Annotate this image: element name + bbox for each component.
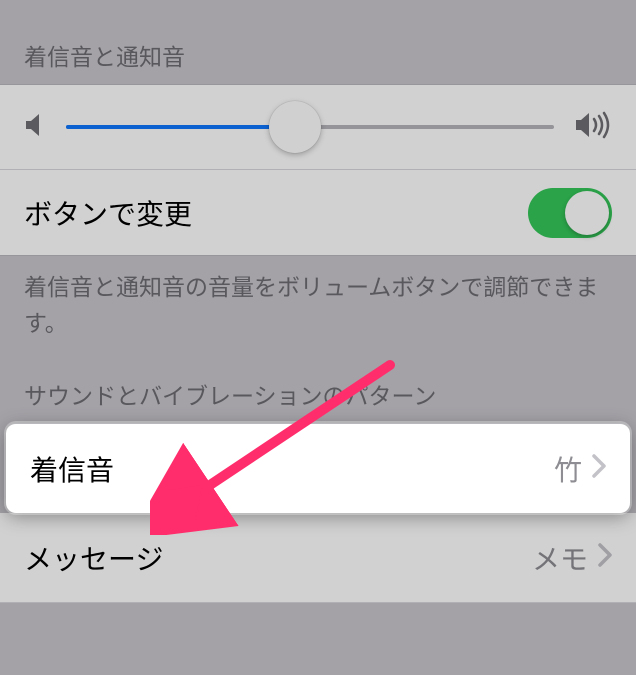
toggle-label: ボタンで変更 xyxy=(24,193,192,233)
change-with-buttons-row: ボタンで変更 xyxy=(0,170,636,256)
ringtone-row[interactable]: 着信音 竹 xyxy=(6,423,630,513)
section-footer-text: 着信音と通知音の音量をボリュームボタンで調節できます。 xyxy=(0,256,636,351)
chevron-right-icon xyxy=(598,543,612,572)
volume-slider-row xyxy=(0,84,636,170)
change-with-buttons-toggle[interactable] xyxy=(528,188,612,238)
section-header-ringer: 着信音と通知音 xyxy=(0,0,636,84)
message-label: メッセージ xyxy=(24,538,163,578)
ringtone-value: 竹 xyxy=(554,449,582,489)
section-header-pattern: サウンドとバイブレーションのパターン xyxy=(0,351,636,423)
message-row[interactable]: メッセージ メモ xyxy=(0,513,636,603)
ringtone-label: 着信音 xyxy=(30,449,114,489)
chevron-right-icon xyxy=(592,454,606,483)
volume-slider[interactable] xyxy=(66,125,554,129)
volume-low-icon xyxy=(24,112,46,143)
message-value: メモ xyxy=(532,538,588,578)
volume-slider-thumb[interactable] xyxy=(269,101,321,153)
volume-high-icon xyxy=(574,110,612,145)
